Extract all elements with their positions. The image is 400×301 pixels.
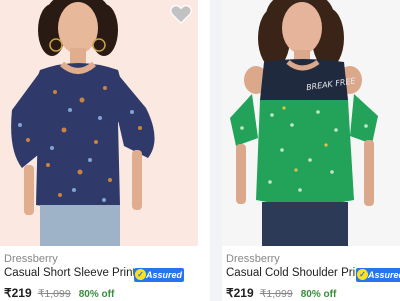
discount-label: 80% off [78,289,115,300]
selling-price: ₹219 [4,286,32,300]
original-price: ₹1,099 [37,288,71,300]
assured-label: Assured [146,270,183,280]
product-brand: Dressberry [226,253,280,265]
assured-badge: ✓ Assured [356,268,400,282]
heart-icon[interactable] [170,4,192,24]
product-title[interactable]: Casual Cold Shoulder Print... [226,267,356,279]
original-price: ₹1,099 [259,288,293,300]
product-brand: Dressberry [4,253,58,265]
price-row: ₹219 ₹1,099 80% off [226,286,336,300]
product-card[interactable]: BREAK FREE Dressberry Casual Cold Should… [222,0,400,301]
discount-label: 80% off [300,289,337,300]
product-image[interactable]: BREAK FREE [222,0,400,246]
assured-icon: ✓ [135,269,146,280]
product-title[interactable]: Casual Short Sleeve Printed... [4,267,134,279]
assured-badge: ✓ Assured [134,268,184,282]
product-image[interactable] [0,0,198,246]
price-row: ₹219 ₹1,099 80% off [4,286,114,300]
assured-label: Assured [368,270,400,280]
selling-price: ₹219 [226,286,254,300]
product-card[interactable]: Dressberry Casual Short Sleeve Printed..… [0,0,210,301]
assured-icon: ✓ [357,269,368,280]
